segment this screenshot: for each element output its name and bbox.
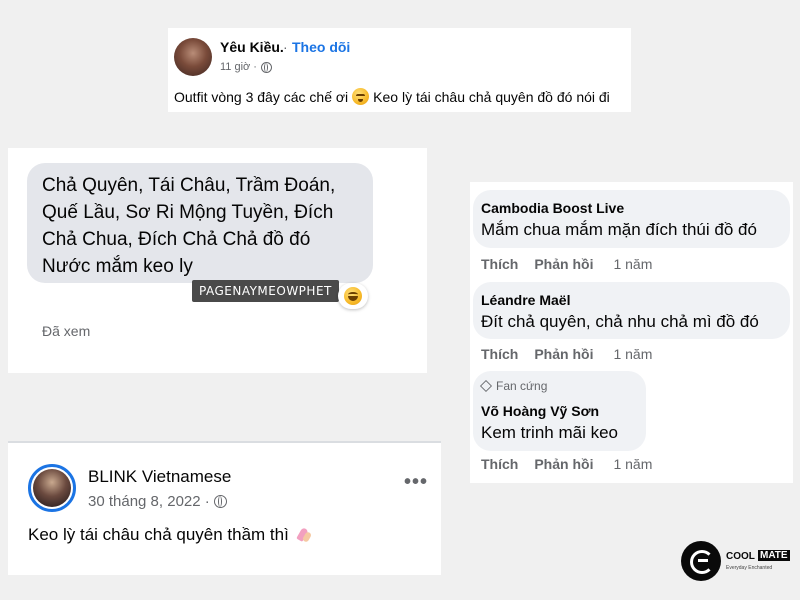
comment-time[interactable]: 1 năm xyxy=(613,256,652,272)
caption-text-before: Outfit vòng 3 đây các chế ơi xyxy=(174,88,349,105)
commenter-name[interactable]: Võ Hoàng Vỹ Sơn xyxy=(481,403,599,419)
laughing-emoji-icon xyxy=(344,287,362,305)
caption-text: Keo lỳ tái châu chả quyên thầm thì xyxy=(28,525,289,544)
page-avatar[interactable] xyxy=(28,464,76,512)
sleepy-emoji-icon xyxy=(352,88,370,105)
logo-word-mate: MATE xyxy=(758,550,790,561)
comment-actions: Thích Phản hồi 1 năm xyxy=(481,456,652,472)
top-fan-badge: Fan cứng xyxy=(479,379,548,393)
comment-actions: Thích Phản hồi 1 năm xyxy=(481,346,652,362)
coolmate-logo: COOL MATE Everyday Enchanted xyxy=(681,541,791,581)
comment-bubble[interactable]: Cambodia Boost Live Mắm chua mắm mặn đíc… xyxy=(473,190,790,248)
comments-panel: Cambodia Boost Live Mắm chua mắm mặn đíc… xyxy=(470,182,793,483)
commenter-name[interactable]: Léandre Maël xyxy=(481,292,570,308)
seen-status: Đã xem xyxy=(42,323,91,339)
commenter-name[interactable]: Cambodia Boost Live xyxy=(481,200,624,216)
diamond-icon xyxy=(479,379,493,393)
post-meta: 11 giờ · xyxy=(220,61,272,73)
post-caption: Keo lỳ tái châu chả quyên thầm thì xyxy=(28,525,313,545)
post-caption: Outfit vòng 3 đây các chế ơi Keo lỳ tái … xyxy=(174,88,610,105)
caption-text-after: Keo lỳ tái châu chả quyên đồ đó nói đi xyxy=(373,88,610,105)
logo-word-cool: COOL xyxy=(726,551,755,562)
author-avatar[interactable] xyxy=(174,38,212,76)
globe-icon xyxy=(260,61,272,73)
page-name[interactable]: BLINK Vietnamese xyxy=(88,467,231,487)
message-line: Quế Lầu, Sơ Ri Mộng Tuyền, Đích xyxy=(42,202,334,223)
facebook-post-yeu-kieu: Yêu Kiều. · Theo dõi 11 giờ · Outfit vòn… xyxy=(168,28,631,112)
nail-polish-icon xyxy=(295,526,313,544)
badge-label: Fan cứng xyxy=(496,379,548,393)
post-author-name[interactable]: Yêu Kiều. xyxy=(220,39,284,55)
comment-text: Kem trinh mãi keo xyxy=(481,423,618,442)
comment-time[interactable]: 1 năm xyxy=(613,346,652,362)
name-separator: · xyxy=(283,39,288,55)
like-link[interactable]: Thích xyxy=(481,346,518,362)
comment-text: Đít chả quyên, chả nhu chả mì đồ đó xyxy=(481,312,759,331)
facebook-post-blink: BLINK Vietnamese 30 tháng 8, 2022 · ••• … xyxy=(8,441,441,575)
reply-link[interactable]: Phản hồi xyxy=(534,346,593,362)
reply-link[interactable]: Phản hồi xyxy=(534,456,593,472)
messenger-message-panel: Chả Quyên, Tái Châu, Trầm Đoán, Quế Lầu,… xyxy=(8,148,427,373)
message-bubble[interactable]: Chả Quyên, Tái Châu, Trầm Đoán, Quế Lầu,… xyxy=(27,163,373,283)
message-line: Nước mắm keo ly xyxy=(42,256,193,277)
logo-tagline: Everyday Enchanted xyxy=(726,565,773,571)
more-options-icon[interactable]: ••• xyxy=(404,472,428,492)
post-meta: 30 tháng 8, 2022 · xyxy=(88,493,227,510)
post-date[interactable]: 30 tháng 8, 2022 · xyxy=(88,493,210,510)
avatar-image xyxy=(33,469,71,507)
globe-icon xyxy=(213,495,227,508)
comment-actions: Thích Phản hồi 1 năm xyxy=(481,256,652,272)
message-line: Chả Quyên, Tái Châu, Trầm Đoán, xyxy=(42,175,336,196)
logo-mark-icon xyxy=(681,541,721,581)
comment-text: Mắm chua mắm mặn đích thúi đồ đó xyxy=(481,220,757,239)
comment-bubble[interactable]: Léandre Maël Đít chả quyên, chả nhu chả … xyxy=(473,282,790,339)
message-reaction[interactable] xyxy=(338,283,368,309)
comment-bubble[interactable]: Fan cứng Võ Hoàng Vỹ Sơn Kem trinh mãi k… xyxy=(473,371,646,451)
like-link[interactable]: Thích xyxy=(481,256,518,272)
reply-link[interactable]: Phản hồi xyxy=(534,256,593,272)
watermark-label: PAGENAYMEOWPHET xyxy=(192,280,339,302)
like-link[interactable]: Thích xyxy=(481,456,518,472)
post-time[interactable]: 11 giờ · xyxy=(220,61,257,73)
comment-time[interactable]: 1 năm xyxy=(613,456,652,472)
follow-link[interactable]: Theo dõi xyxy=(292,39,350,55)
message-line: Chả Chua, Đích Chả Chả đồ đó xyxy=(42,229,311,250)
